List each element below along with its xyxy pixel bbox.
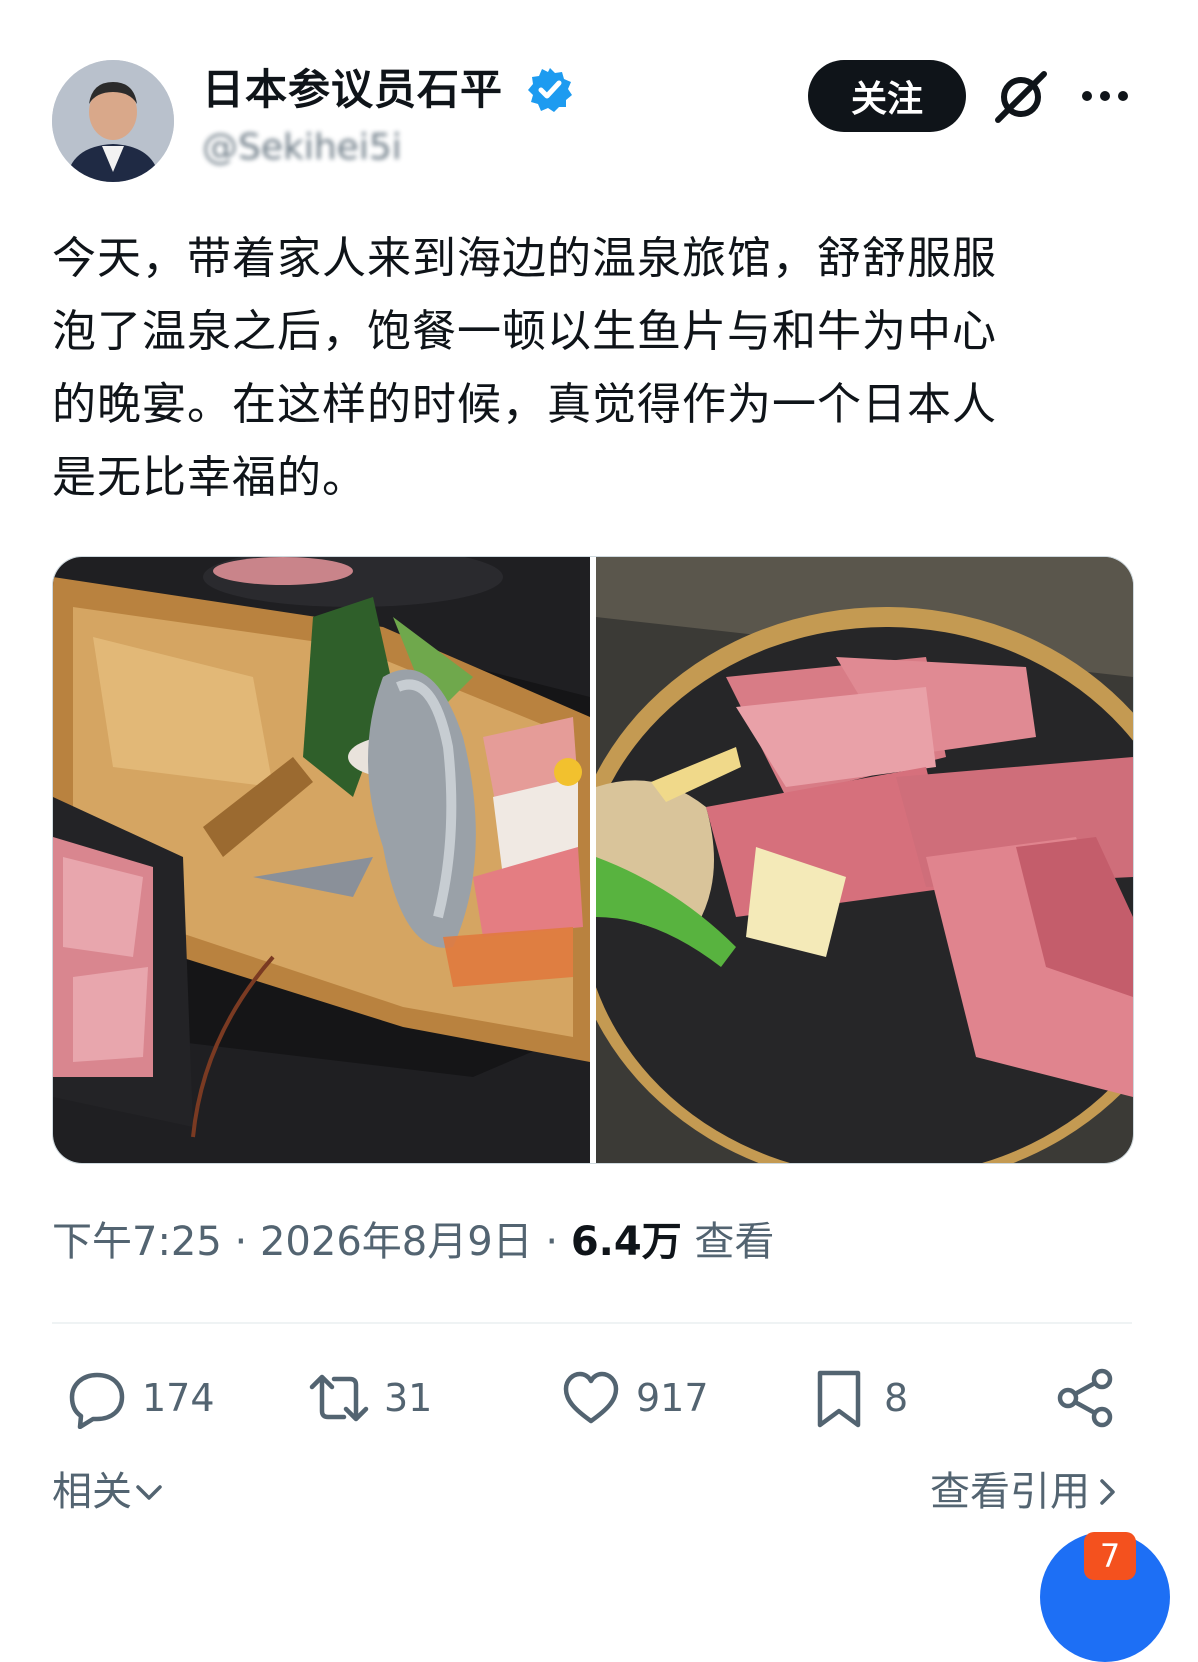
- view-quotes-link[interactable]: 查看引用: [930, 1464, 1124, 1520]
- meta-separator: ·: [545, 1219, 571, 1265]
- bookmark-icon: [817, 1370, 861, 1428]
- reply-count: 174: [142, 1376, 215, 1420]
- share-button[interactable]: [1054, 1366, 1130, 1430]
- heart-icon: [563, 1371, 619, 1424]
- like-button[interactable]: 917: [560, 1366, 709, 1430]
- verified-badge-icon: [528, 68, 572, 112]
- tweet-media[interactable]: [52, 556, 1134, 1164]
- avatar-image: [52, 60, 174, 182]
- retweet-button[interactable]: 31: [308, 1366, 432, 1430]
- photo-wagyu-plate[interactable]: [596, 557, 1133, 1163]
- chevron-down-icon: [136, 1485, 162, 1500]
- avatar[interactable]: [52, 60, 174, 182]
- chevron-right-icon: [1100, 1479, 1115, 1505]
- tweet-date[interactable]: 2026年8月9日: [260, 1219, 533, 1265]
- share-icon: [1057, 1368, 1113, 1428]
- view-quotes-label: 查看引用: [930, 1469, 1090, 1515]
- related-label: 相关: [52, 1469, 132, 1515]
- tweet-meta: 下午7:25 · 2026年8月9日 · 6.4万 查看: [52, 1214, 774, 1270]
- author-display-name[interactable]: 日本参议员石平: [202, 64, 503, 116]
- more-icon[interactable]: [1078, 76, 1132, 116]
- meta-separator: ·: [234, 1219, 260, 1265]
- views-label: 查看: [694, 1219, 775, 1265]
- related-toggle[interactable]: 相关: [52, 1464, 166, 1520]
- divider: [52, 1322, 1132, 1324]
- tweet-text: 今天，带着家人来到海边的温泉旅馆，舒舒服服 泡了温泉之后，饱餐一顿以生鱼片与和牛…: [52, 233, 997, 503]
- retweet-count: 31: [384, 1376, 433, 1420]
- bookmark-count: 8: [884, 1376, 909, 1420]
- views-count: 6.4万: [570, 1219, 682, 1265]
- tweet-time[interactable]: 下午7:25: [52, 1219, 222, 1265]
- grok-icon[interactable]: [992, 68, 1050, 126]
- retweet-icon: [309, 1374, 369, 1422]
- like-count: 917: [636, 1376, 709, 1420]
- reply-button[interactable]: 174: [66, 1366, 215, 1430]
- follow-button[interactable]: 关注: [808, 60, 966, 132]
- photo-sashimi-boat[interactable]: [53, 557, 590, 1163]
- bookmark-button[interactable]: 8: [808, 1366, 908, 1430]
- reply-icon: [69, 1372, 125, 1429]
- notification-badge: 7: [1084, 1532, 1136, 1580]
- author-handle[interactable]: @Sekihei5i: [202, 126, 402, 170]
